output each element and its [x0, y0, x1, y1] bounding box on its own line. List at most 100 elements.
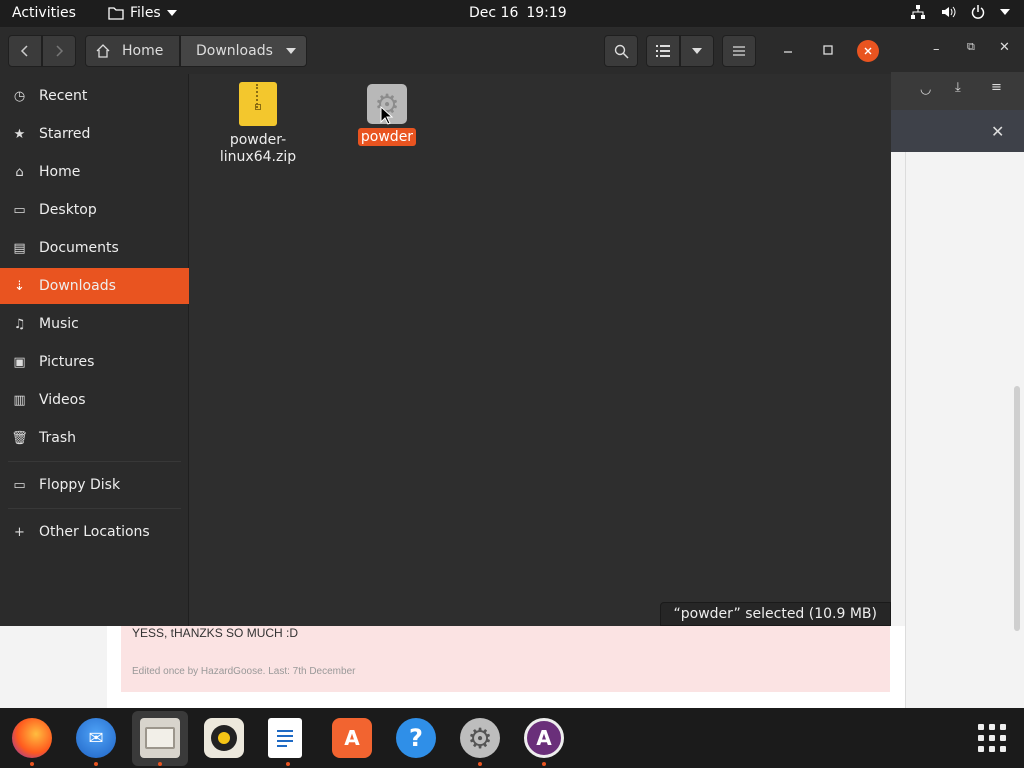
- running-indicator: [478, 762, 482, 766]
- list-view-button[interactable]: [646, 35, 680, 67]
- home-icon: [96, 44, 110, 58]
- network-icon: [911, 5, 925, 19]
- chevron-down-icon: [286, 48, 296, 54]
- sidebar-item-label: Music: [39, 316, 79, 332]
- help-icon[interactable]: ?: [396, 718, 436, 758]
- sidebar-item-label: Videos: [39, 392, 86, 408]
- sidebar-item-floppy-disk[interactable]: ▭ Floppy Disk: [0, 467, 189, 503]
- sidebar-separator: [8, 461, 181, 462]
- activities-button[interactable]: Activities: [12, 5, 76, 21]
- firefox-icon[interactable]: [12, 718, 52, 758]
- list-view-icon: [656, 45, 670, 57]
- sidebar-item-desktop[interactable]: ▭ Desktop: [0, 192, 189, 228]
- sidebar-item-label: Pictures: [39, 354, 95, 370]
- picture-icon: ▣: [13, 354, 26, 370]
- power-icon: [971, 5, 985, 19]
- sidebar-item-pictures[interactable]: ▣ Pictures: [0, 344, 189, 380]
- rhythmbox-icon[interactable]: [204, 718, 244, 758]
- trash-icon: 🗑: [11, 430, 28, 446]
- archive-icon: [239, 82, 277, 126]
- forum-post: YESS, tHANZKS SO MUCH :D Edited once by …: [121, 626, 890, 692]
- home-icon: ⌂: [15, 164, 24, 180]
- app-icon[interactable]: A: [524, 718, 564, 758]
- sidebar-item-label: Desktop: [39, 202, 97, 218]
- document-lines-icon: [277, 730, 293, 747]
- close-button[interactable]: [857, 40, 879, 62]
- close-icon: [864, 47, 872, 55]
- sidebar-item-home[interactable]: ⌂ Home: [0, 154, 189, 190]
- main-menu-button[interactable]: [722, 35, 756, 67]
- path-home-label: Home: [122, 43, 164, 59]
- scrollbar[interactable]: [1014, 386, 1020, 631]
- minimize-button[interactable]: [780, 42, 796, 58]
- app-menu-label: Files: [130, 5, 161, 21]
- back-button[interactable]: [8, 35, 42, 67]
- restore-icon[interactable]: ⧉: [967, 40, 975, 54]
- running-indicator: [94, 762, 98, 766]
- search-icon: [614, 44, 629, 59]
- video-icon: ▥: [13, 392, 26, 408]
- desktop-icon: ▭: [13, 202, 26, 218]
- settings-gear-icon[interactable]: ⚙: [460, 718, 500, 758]
- path-home-button[interactable]: Home: [85, 35, 180, 67]
- system-menu[interactable]: [910, 4, 1010, 20]
- app-menu[interactable]: Files: [108, 5, 177, 21]
- file-view[interactable]: powder- linux64.zip ⚙ powder “powder” se…: [190, 74, 891, 626]
- file-name: powder- linux64.zip: [219, 132, 297, 165]
- maximize-button[interactable]: [820, 42, 836, 58]
- sidebar-item-videos[interactable]: ▥ Videos: [0, 382, 189, 418]
- folder-icon: [108, 7, 124, 20]
- ubuntu-software-icon[interactable]: A: [332, 718, 372, 758]
- sidebar-item-recent[interactable]: ◷ Recent: [0, 78, 189, 114]
- hamburger-menu-icon: [733, 46, 745, 56]
- close-icon[interactable]: ✕: [991, 122, 1004, 141]
- sidebar-item-starred[interactable]: ★ Starred: [0, 116, 189, 152]
- path-current-button[interactable]: Downloads: [180, 35, 307, 67]
- thunderbird-icon[interactable]: ✉: [76, 718, 116, 758]
- download-icon[interactable]: ⤓: [955, 80, 961, 95]
- sidebar-item-trash[interactable]: 🗑 Trash: [0, 420, 189, 456]
- forward-button[interactable]: [42, 35, 76, 67]
- running-indicator: [158, 762, 162, 766]
- post-edited-note: Edited once by HazardGoose. Last: 7th De…: [132, 666, 356, 677]
- drive-icon: ▭: [13, 477, 26, 493]
- browser-titlebar: – ⧉ ✕: [891, 28, 1024, 72]
- star-icon: ★: [13, 126, 26, 142]
- forum-content: YESS, tHANZKS SO MUCH :D Edited once by …: [107, 626, 905, 708]
- chevron-down-icon: [1000, 9, 1010, 15]
- close-icon[interactable]: ✕: [999, 40, 1010, 55]
- clock[interactable]: Dec 16 19:19: [469, 5, 567, 21]
- content-divider: [905, 152, 906, 708]
- clock-time: 19:19: [526, 5, 567, 21]
- sidebar-item-label: Downloads: [39, 278, 116, 294]
- sidebar-item-documents[interactable]: ▤ Documents: [0, 230, 189, 266]
- browser-toolbar: ◡ ⤓ ≡: [891, 72, 1024, 110]
- sidebar-item-label: Home: [39, 164, 81, 180]
- file-item-zip[interactable]: powder- linux64.zip: [218, 82, 298, 166]
- maximize-icon: [823, 45, 833, 55]
- view-options-button[interactable]: [680, 35, 714, 67]
- post-message: YESS, tHANZKS SO MUCH :D: [132, 626, 299, 640]
- volume-icon: [942, 6, 956, 18]
- show-applications-grid-icon[interactable]: [978, 724, 1006, 752]
- sidebar-item-other-locations[interactable]: + Other Locations: [0, 514, 189, 550]
- plus-icon: +: [14, 524, 25, 540]
- sidebar-item-music[interactable]: ♫ Music: [0, 306, 189, 342]
- hamburger-menu-icon[interactable]: ≡: [991, 80, 1002, 95]
- libreoffice-writer-icon[interactable]: [268, 718, 302, 758]
- files-window: Home Downloads ◷ Recent ★ Starred ⌂ Home…: [0, 28, 891, 626]
- running-indicator: [542, 762, 546, 766]
- path-current-label: Downloads: [196, 43, 273, 59]
- sidebar-item-label: Other Locations: [39, 524, 150, 540]
- search-button[interactable]: [604, 35, 638, 67]
- notification-bar: ✕: [891, 110, 1024, 152]
- sidebar-separator: [8, 508, 181, 509]
- pocket-icon[interactable]: ◡: [920, 82, 931, 97]
- sidebar-item-label: Recent: [39, 88, 88, 104]
- sidebar-item-downloads[interactable]: ⇣ Downloads: [0, 268, 189, 304]
- chevron-right-icon: [56, 45, 64, 57]
- minimize-icon[interactable]: –: [933, 42, 940, 57]
- files-icon[interactable]: [140, 718, 180, 758]
- mouse-cursor-icon: [380, 106, 394, 125]
- clock-date: Dec 16: [469, 5, 519, 21]
